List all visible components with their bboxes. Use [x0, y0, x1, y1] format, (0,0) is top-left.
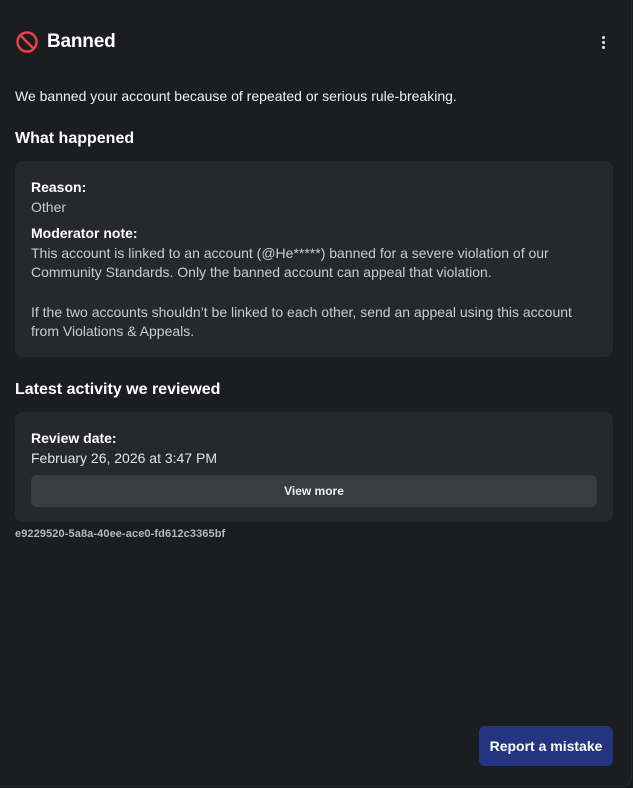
- ban-notice-panel: Banned We banned your account because of…: [0, 0, 632, 787]
- what-happened-heading: What happened: [15, 130, 135, 147]
- view-more-button[interactable]: View more: [31, 475, 597, 507]
- what-happened-card: Reason: Other Moderator note: This accou…: [15, 161, 613, 357]
- case-id: e9229520-5a8a-40ee-ace0-fd612c3365bf: [15, 528, 226, 540]
- review-date-value: February 26, 2026 at 3:47 PM: [31, 450, 217, 466]
- latest-activity-heading: Latest activity we reviewed: [15, 381, 221, 398]
- moderator-note-label: Moderator note:: [31, 225, 138, 241]
- kebab-menu-icon[interactable]: [590, 29, 616, 55]
- reason-value: Other: [31, 199, 67, 215]
- prohibited-icon: [15, 30, 39, 54]
- page-title: Banned: [47, 31, 116, 52]
- intro-text: We banned your account because of repeat…: [15, 88, 457, 104]
- header: Banned: [15, 29, 616, 55]
- report-mistake-button[interactable]: Report a mistake: [479, 726, 613, 766]
- review-date-label: Review date:: [31, 430, 117, 446]
- latest-activity-card: Review date: February 26, 2026 at 3:47 P…: [15, 412, 613, 522]
- reason-label: Reason:: [31, 179, 87, 195]
- moderator-note-paragraph: If the two accounts shouldn’t be linked …: [31, 304, 572, 339]
- moderator-note-paragraph: This account is linked to an account (@H…: [31, 245, 549, 280]
